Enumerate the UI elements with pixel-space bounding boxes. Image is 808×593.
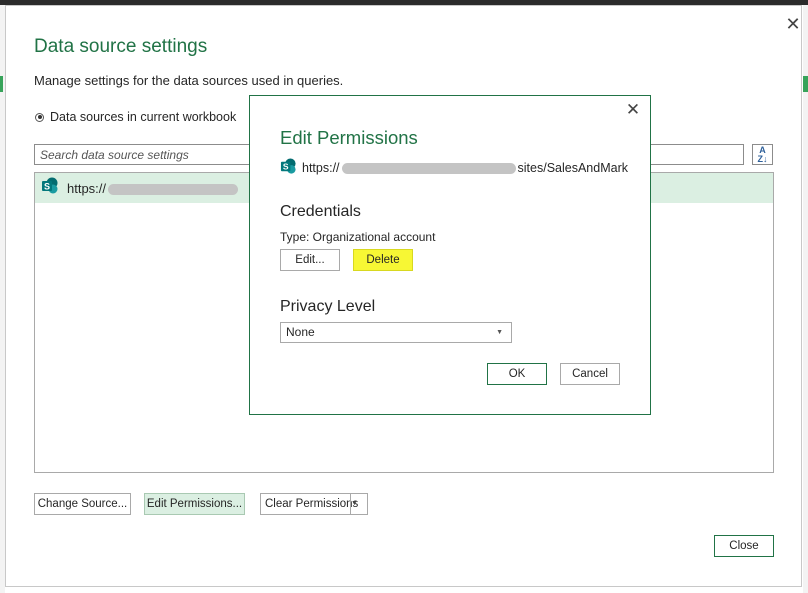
credentials-heading: Credentials: [280, 203, 361, 220]
svg-text:S: S: [283, 162, 289, 172]
close-icon[interactable]: ✕: [623, 100, 643, 120]
radio-selected-icon[interactable]: [35, 112, 44, 122]
cancel-button[interactable]: Cancel: [560, 363, 620, 385]
radio-label: Data sources in current workbook: [50, 110, 237, 124]
privacy-level-heading: Privacy Level: [280, 298, 376, 315]
edit-permissions-dialog: ✕ Edit Permissions S https:// sites/Sale…: [249, 95, 651, 415]
dialog-subtitle: Manage settings for the data sources use…: [34, 73, 344, 88]
dialog-title: Edit Permissions: [280, 127, 418, 148]
edit-credentials-button[interactable]: Edit...: [280, 249, 340, 271]
close-icon[interactable]: ✕: [783, 14, 803, 34]
chevron-down-icon: ▼: [496, 329, 503, 336]
clear-permissions-label: Clear Permissions: [265, 498, 359, 510]
radio-current-workbook[interactable]: Data sources in current workbook: [35, 110, 236, 124]
sharepoint-icon: S: [41, 177, 59, 200]
list-item-url: https://: [67, 181, 239, 196]
redacted-text: [341, 162, 516, 174]
credentials-type: Type: Organizational account: [280, 230, 436, 244]
sharepoint-icon: S: [280, 158, 297, 178]
privacy-level-select[interactable]: None ▼: [280, 322, 512, 343]
data-source-url: S https:// sites/SalesAndMark: [280, 158, 628, 178]
redacted-text: [108, 183, 239, 195]
privacy-level-value: None: [286, 325, 315, 339]
change-source-button[interactable]: Change Source...: [34, 493, 131, 515]
dialog-title: Data source settings: [34, 36, 208, 57]
sort-az-icon[interactable]: A Z↓: [752, 144, 773, 165]
background-accent-left: [0, 76, 3, 92]
clear-permissions-button[interactable]: Clear Permissions ▼: [260, 493, 368, 515]
svg-text:S: S: [44, 181, 50, 191]
edit-permissions-button[interactable]: Edit Permissions...: [144, 493, 245, 515]
background-accent-right: [803, 76, 808, 92]
ok-button[interactable]: OK: [487, 363, 547, 385]
chevron-down-icon[interactable]: ▼: [350, 494, 367, 514]
close-button[interactable]: Close: [714, 535, 774, 557]
background-right: [803, 5, 808, 593]
delete-credentials-button[interactable]: Delete: [353, 249, 413, 271]
